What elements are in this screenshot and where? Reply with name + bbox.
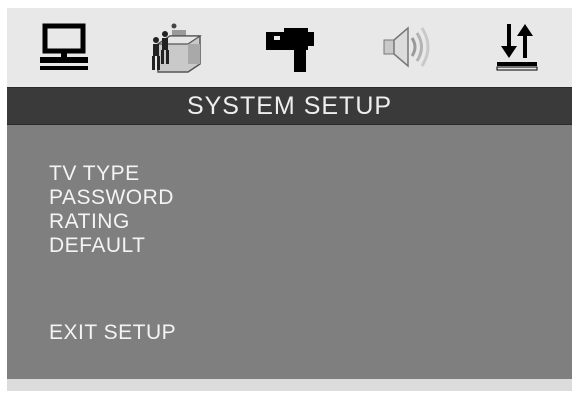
setup-category-bar — [7, 8, 572, 86]
language-setup-icon[interactable] — [144, 18, 208, 76]
page-title: SYSTEM SETUP — [7, 87, 572, 125]
menu-item-password[interactable]: PASSWORD — [49, 185, 174, 211]
system-setup-icon[interactable] — [32, 18, 96, 76]
bottom-strip — [7, 379, 572, 391]
misc-setup-icon[interactable] — [485, 18, 549, 76]
video-setup-icon[interactable] — [260, 18, 324, 76]
menu-item-tv-type[interactable]: TV TYPE — [49, 161, 140, 187]
setup-screen: SYSTEM SETUP TV TYPE PASSWORD RATING DEF… — [7, 8, 572, 391]
setup-menu: TV TYPE PASSWORD RATING DEFAULT EXIT SET… — [7, 125, 572, 379]
menu-item-rating[interactable]: RATING — [49, 209, 130, 235]
menu-item-default[interactable]: DEFAULT — [49, 233, 145, 259]
audio-setup-icon[interactable] — [374, 18, 438, 76]
exit-setup-button[interactable]: EXIT SETUP — [49, 320, 176, 346]
